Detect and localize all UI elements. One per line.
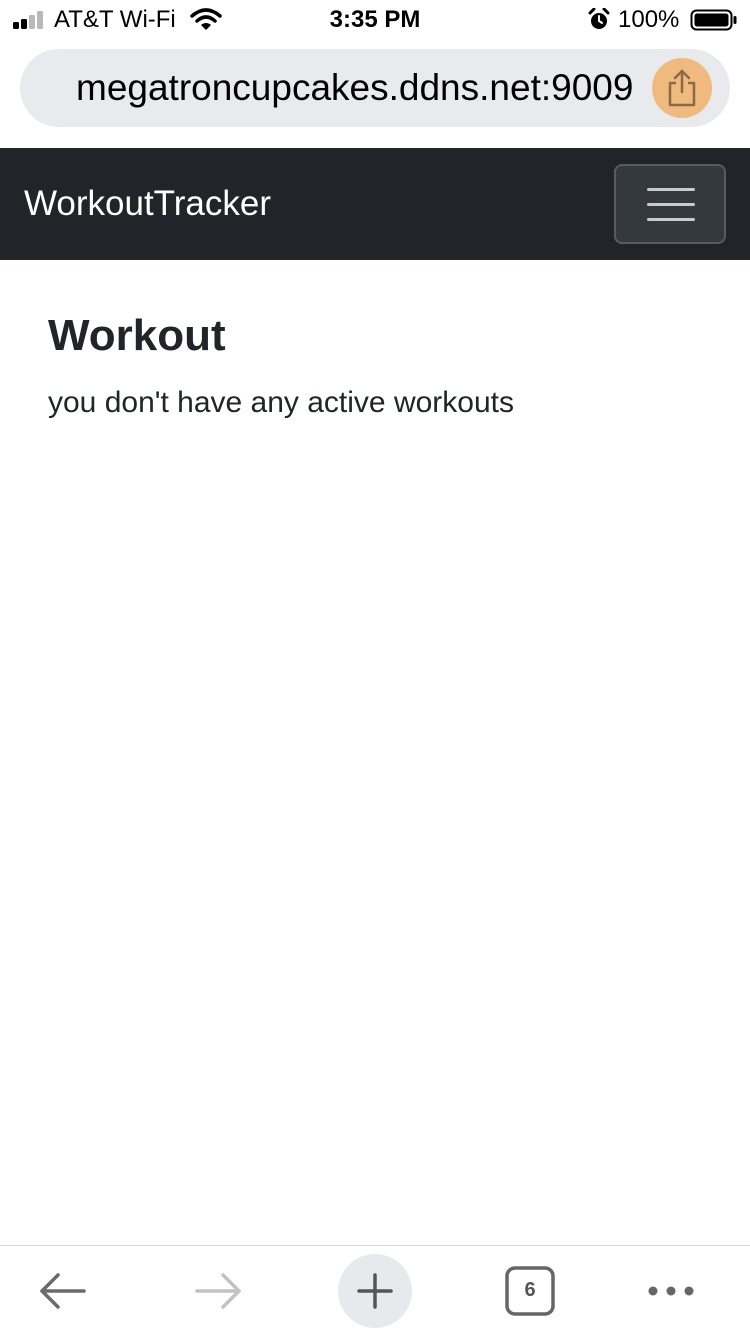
forward-arrow-icon [195,1273,241,1309]
browser-toolbar: 6 [0,1245,750,1334]
new-tab-button[interactable] [338,1254,412,1328]
plus-icon [357,1273,393,1309]
more-icon [648,1286,694,1296]
share-button[interactable] [652,58,712,118]
navbar-toggler-button[interactable] [614,164,726,244]
status-bar: AT&T Wi-Fi 3:35 PM 100% [0,0,750,42]
battery-percent: 100% [618,6,680,33]
alarm-icon [588,7,610,32]
navbar: WorkoutTracker [0,148,750,260]
back-button[interactable] [22,1246,102,1335]
forward-button[interactable] [178,1246,258,1335]
page-title: Workout [48,311,226,360]
tabs-button[interactable]: 6 [490,1246,570,1335]
share-icon [668,69,696,107]
battery-icon [690,9,738,31]
url-text[interactable]: megatroncupcakes.ddns.net:9009 [76,49,633,127]
back-arrow-icon [40,1273,86,1309]
navbar-brand[interactable]: WorkoutTracker [24,148,271,260]
address-bar[interactable]: megatroncupcakes.ddns.net:9009 [20,49,730,127]
empty-state-message: you don't have any active workouts [48,386,514,419]
more-button[interactable] [631,1246,711,1335]
tab-count: 6 [524,1279,536,1301]
